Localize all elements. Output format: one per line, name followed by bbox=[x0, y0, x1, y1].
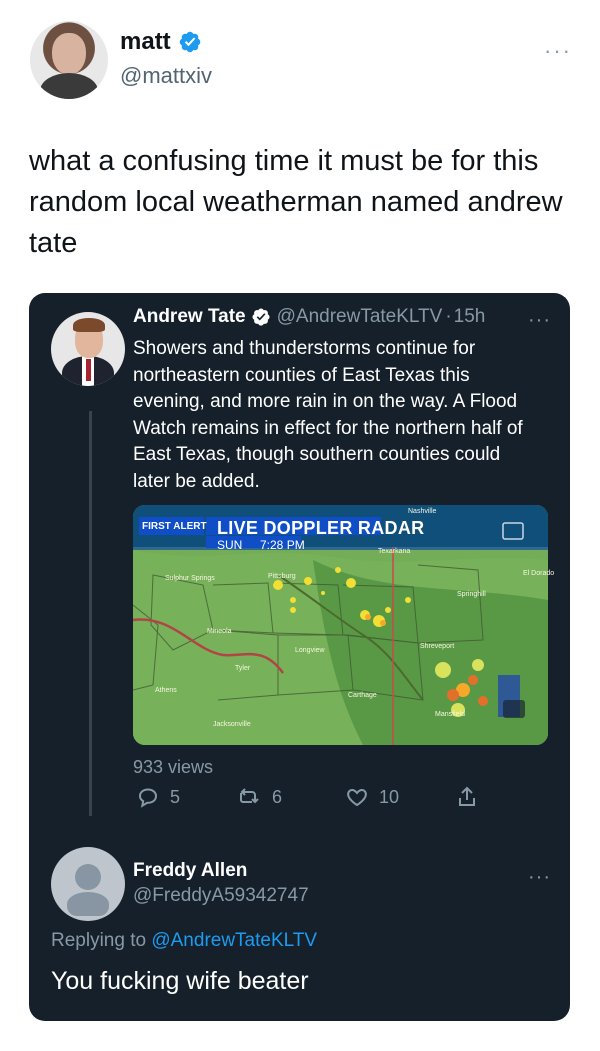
tweet-header: matt @mattxiv ··· bbox=[0, 0, 600, 110]
tweet-text: what a confusing time it must be for thi… bbox=[29, 145, 563, 259]
author-name-row: matt bbox=[120, 28, 202, 56]
radar-map-graphic bbox=[133, 505, 548, 745]
map-label: Jacksonville bbox=[213, 721, 251, 728]
reply-text: You fucking wife beater bbox=[51, 967, 309, 995]
map-label: Tyler bbox=[235, 665, 251, 672]
author-avatar[interactable] bbox=[30, 21, 108, 99]
reply-more-icon[interactable]: ··· bbox=[528, 866, 551, 889]
action-bar: 5 6 10 bbox=[133, 785, 533, 815]
share-icon bbox=[459, 786, 475, 806]
map-label: Longview bbox=[295, 647, 325, 654]
map-label: Pittsburg bbox=[268, 573, 296, 580]
quoted-avatar[interactable] bbox=[51, 312, 125, 386]
map-label: Springhill bbox=[457, 591, 486, 598]
more-options-icon[interactable]: ··· bbox=[544, 38, 572, 64]
thread-line bbox=[89, 411, 92, 816]
radar-day: SUN bbox=[217, 538, 243, 552]
first-alert-logo: FIRST ALERT bbox=[142, 521, 207, 532]
share-action[interactable] bbox=[455, 785, 479, 809]
reply-author-name[interactable]: Freddy Allen bbox=[133, 860, 247, 882]
quoted-name[interactable]: Andrew Tate bbox=[133, 306, 246, 328]
quoted-timestamp[interactable]: 15h bbox=[454, 306, 486, 328]
reply-action[interactable]: 5 bbox=[136, 785, 180, 809]
map-label: Mansfield bbox=[435, 711, 465, 718]
map-label: Shreveport bbox=[420, 643, 455, 650]
map-label: Mineola bbox=[207, 628, 232, 635]
replying-label: Replying to bbox=[51, 930, 152, 951]
quoted-more-icon[interactable]: ··· bbox=[528, 309, 551, 332]
verified-badge-icon bbox=[252, 308, 270, 326]
radar-map-image[interactable] bbox=[133, 505, 548, 745]
map-label: Nashville bbox=[408, 508, 437, 515]
map-label: Athens bbox=[155, 687, 177, 694]
quoted-handle[interactable]: @AndrewTateKLTV bbox=[277, 306, 443, 328]
radar-title: LIVE DOPPLER RADAR bbox=[217, 518, 425, 538]
like-action[interactable]: 10 bbox=[345, 785, 399, 809]
heart-icon bbox=[347, 789, 367, 807]
verified-badge-icon bbox=[179, 31, 200, 53]
retweet-action[interactable]: 6 bbox=[238, 785, 282, 809]
author-name[interactable]: matt bbox=[120, 28, 171, 56]
replying-to-line: Replying to @AndrewTateKLTV bbox=[51, 930, 317, 952]
reply-author-handle[interactable]: @FreddyA59342747 bbox=[133, 885, 309, 907]
author-handle[interactable]: @mattxiv bbox=[120, 63, 212, 89]
reply-avatar[interactable] bbox=[51, 847, 125, 921]
retweet-icon bbox=[240, 788, 259, 804]
replying-mention[interactable]: @AndrewTateKLTV bbox=[151, 930, 317, 951]
quoted-text: Showers and thunderstorms continue for n… bbox=[133, 338, 523, 492]
map-label: Carthage bbox=[348, 692, 377, 699]
reply-count: 5 bbox=[170, 786, 181, 807]
quoted-header: Andrew Tate @AndrewTateKLTV · 15h bbox=[133, 306, 485, 328]
map-label: Texarkana bbox=[378, 548, 411, 555]
radar-time: 7:28 PM bbox=[260, 538, 305, 552]
reply-icon bbox=[138, 788, 158, 808]
separator-dot: · bbox=[445, 306, 452, 327]
view-count: 933 views bbox=[133, 757, 214, 777]
map-label: Sulphur Springs bbox=[165, 575, 215, 582]
retweet-count: 6 bbox=[272, 786, 283, 807]
like-count: 10 bbox=[379, 786, 400, 807]
map-label: El Dorado bbox=[523, 570, 555, 577]
